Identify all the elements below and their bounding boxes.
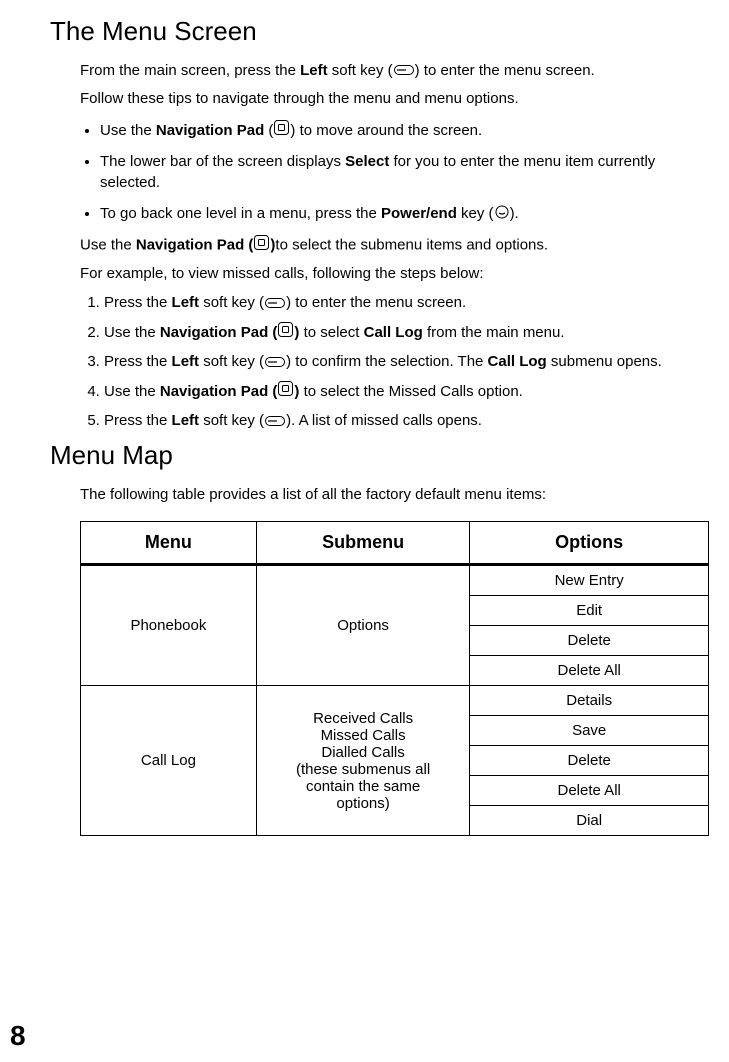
text: Dialled Calls: [321, 744, 404, 761]
text: Missed Calls: [321, 727, 406, 744]
option-cell: New Entry: [470, 565, 709, 596]
intro-paragraph-2: Follow these tips to navigate through th…: [80, 89, 709, 109]
left-softkey-icon: [394, 61, 414, 81]
navpad-icon: [254, 235, 269, 256]
step-3: Press the Left soft key ( ) to confirm th…: [104, 351, 709, 373]
text: soft key (: [199, 294, 264, 311]
text: ) to confirm the selection. The: [286, 353, 487, 370]
text: to select the Missed Calls option.: [299, 383, 522, 400]
heading-menu-screen: The Menu Screen: [50, 16, 709, 47]
option-cell: Delete All: [470, 776, 709, 806]
text: ). A list of missed calls opens.: [286, 412, 482, 429]
text: Use the: [104, 383, 160, 400]
text: ).: [510, 205, 519, 222]
text: contain the same: [306, 778, 420, 795]
option-cell: Edit: [470, 596, 709, 626]
text: from the main menu.: [423, 324, 565, 341]
navpad-paragraph: Use the Navigation Pad ()to select the s…: [80, 235, 709, 256]
navpad-label: Navigation Pad: [156, 122, 264, 139]
text: soft key (: [199, 353, 264, 370]
left-key-label: Left: [172, 294, 200, 311]
step-5: Press the Left soft key ( ). A list of mi…: [104, 410, 709, 432]
left-softkey-icon: [265, 293, 285, 314]
th-options: Options: [470, 522, 709, 565]
text: submenu opens.: [547, 353, 662, 370]
bullet-item-2: The lower bar of the screen displays Sel…: [100, 151, 709, 193]
table-row: Call Log Received Calls Missed Calls Dia…: [81, 686, 709, 716]
menu-map-table: Menu Submenu Options Phonebook Options N…: [80, 521, 709, 836]
text: Received Calls: [313, 710, 413, 727]
intro-paragraph-1: From the main screen, press the Left sof…: [80, 61, 709, 81]
th-submenu: Submenu: [256, 522, 470, 565]
text: From the main screen, press the: [80, 62, 300, 79]
text: Use the: [104, 324, 160, 341]
page-number: 8: [10, 1020, 26, 1052]
left-key-label: Left: [300, 62, 328, 79]
text: soft key (: [199, 412, 264, 429]
table-intro: The following table provides a list of a…: [80, 485, 709, 505]
text: ) to enter the menu screen.: [286, 294, 466, 311]
text: Press the: [104, 353, 172, 370]
option-cell: Save: [470, 716, 709, 746]
submenu-cell-call-log: Received Calls Missed Calls Dialled Call…: [256, 686, 470, 836]
navpad-label: Navigation Pad (: [136, 236, 254, 253]
option-cell: Delete All: [470, 656, 709, 686]
step-1: Press the Left soft key ( ) to enter the …: [104, 292, 709, 314]
left-softkey-icon: [265, 352, 285, 373]
text: options): [336, 795, 389, 812]
left-key-label: Left: [172, 412, 200, 429]
select-label: Select: [345, 153, 389, 170]
menu-cell-phonebook: Phonebook: [81, 565, 257, 686]
left-softkey-icon: [265, 411, 285, 432]
left-key-label: Left: [172, 353, 200, 370]
bullet-item-3: To go back one level in a menu, press th…: [100, 203, 709, 225]
example-intro: For example, to view missed calls, follo…: [80, 264, 709, 284]
option-cell: Dial: [470, 806, 709, 836]
text: ) to enter the menu screen.: [415, 62, 595, 79]
navpad-label: Navigation Pad (: [160, 324, 278, 341]
text: Use the: [100, 122, 156, 139]
option-cell: Details: [470, 686, 709, 716]
menu-cell-call-log: Call Log: [81, 686, 257, 836]
step-4: Use the Navigation Pad () to select the …: [104, 381, 709, 403]
text: The lower bar of the screen displays: [100, 153, 345, 170]
text: to select the submenu items and options.: [275, 236, 548, 253]
table-row: Phonebook Options New Entry: [81, 565, 709, 596]
submenu-cell-options: Options: [256, 565, 470, 686]
th-menu: Menu: [81, 522, 257, 565]
text: key (: [457, 205, 494, 222]
power-end-icon: [495, 204, 509, 225]
text: ) to move around the screen.: [290, 122, 482, 139]
step-2: Use the Navigation Pad () to select Call…: [104, 322, 709, 344]
option-cell: Delete: [470, 746, 709, 776]
text: To go back one level in a menu, press th…: [100, 205, 381, 222]
call-log-label: Call Log: [488, 353, 547, 370]
text: Press the: [104, 412, 172, 429]
call-log-label: Call Log: [364, 324, 423, 341]
navpad-icon: [278, 322, 293, 343]
option-cell: Delete: [470, 626, 709, 656]
navpad-icon: [274, 120, 289, 141]
text: Press the: [104, 294, 172, 311]
text: (these submenus all: [296, 761, 430, 778]
text: (: [264, 122, 273, 139]
text: soft key (: [328, 62, 393, 79]
navpad-label: Navigation Pad (: [160, 383, 278, 400]
text: Use the: [80, 236, 136, 253]
power-end-label: Power/end: [381, 205, 457, 222]
navpad-icon: [278, 381, 293, 402]
text: to select: [299, 324, 363, 341]
heading-menu-map: Menu Map: [50, 440, 709, 471]
bullet-item-1: Use the Navigation Pad ( ) to move around…: [100, 120, 709, 142]
